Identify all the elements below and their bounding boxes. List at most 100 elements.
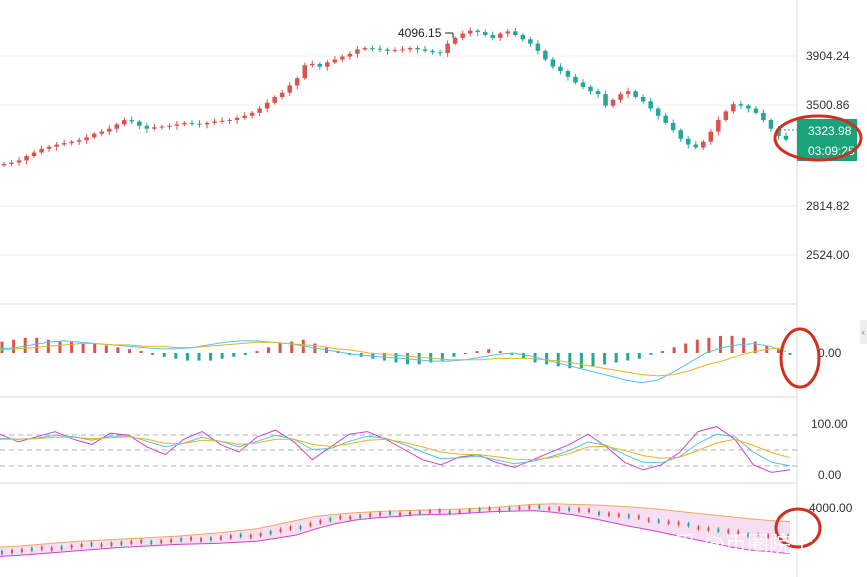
band-candle-body — [607, 512, 610, 516]
macd-histogram-bar — [730, 335, 734, 353]
candle-body — [701, 141, 706, 148]
candle-body — [212, 121, 217, 123]
candle-body — [437, 52, 443, 54]
band-candle-body — [548, 507, 551, 511]
candle-body — [573, 76, 578, 83]
price-tick-label: 3904.24 — [806, 49, 850, 63]
macd-histogram-bar — [243, 353, 247, 355]
band-candle-body — [140, 539, 143, 543]
high-price-label: 4096.15 — [398, 26, 442, 40]
macd-histogram-bar — [185, 353, 189, 361]
macd-histogram-bar — [603, 353, 607, 365]
macd-histogram-bar — [197, 353, 201, 361]
candle-body — [490, 34, 496, 38]
last-price-value: 3323.98 — [808, 124, 852, 138]
band-candle-body — [249, 534, 252, 538]
band-candle-body — [657, 519, 660, 523]
candle-body — [738, 104, 744, 106]
macd-histogram-bar — [0, 341, 4, 353]
candle-body — [528, 39, 533, 44]
candle-body — [16, 160, 22, 163]
macd-histogram-bar — [417, 353, 421, 365]
trading-chart[interactable]: 3904.24 3500.86 2814.82 2524.00 4096.15 … — [0, 0, 867, 577]
band-candle-body — [389, 511, 392, 515]
candle-body — [482, 32, 488, 35]
macd-panel[interactable] — [0, 335, 792, 384]
candle-body — [302, 65, 308, 79]
candle-body — [122, 120, 127, 125]
price-panel[interactable] — [0, 27, 797, 256]
candle-body — [392, 50, 398, 52]
macd-histogram-bar — [521, 353, 525, 359]
candle-body — [76, 140, 82, 142]
candle-body — [310, 63, 315, 66]
macd-histogram-bar — [452, 353, 456, 357]
band-candle-body — [558, 507, 561, 511]
candle-body — [144, 125, 150, 129]
band-candle-body — [498, 508, 501, 512]
band-candle-body — [20, 549, 23, 553]
candle-body — [107, 128, 112, 132]
candle-body — [415, 47, 420, 50]
candle-body — [294, 78, 300, 86]
band-candle-body — [329, 518, 332, 522]
band-candle-body — [568, 507, 571, 511]
candle-body — [543, 50, 548, 60]
panel-resize-handle[interactable]: ‹ — [860, 320, 867, 344]
macd-histogram-bar — [267, 347, 271, 353]
macd-histogram-bar — [127, 349, 131, 353]
band-candle-body — [578, 508, 581, 512]
candle-body — [355, 49, 360, 54]
macd-histogram — [0, 335, 792, 369]
band-candle-body — [289, 526, 292, 530]
macd-histogram-bar — [232, 353, 236, 357]
candle-body — [640, 96, 646, 102]
band-candle-body — [707, 527, 710, 531]
macd-histogram-bar — [707, 337, 711, 353]
band-candle-body — [90, 542, 93, 546]
band-candle-body — [279, 528, 282, 532]
macd-histogram-bar — [718, 335, 722, 353]
band-candle-body — [667, 520, 670, 524]
kdj-panel[interactable] — [0, 426, 797, 473]
band-candle-body — [100, 543, 103, 547]
macd-histogram-bar — [12, 339, 16, 353]
candle-body — [340, 56, 345, 60]
band-candle-body — [637, 515, 640, 519]
band-candle-body — [588, 509, 591, 513]
candle-body — [325, 62, 330, 67]
macd-histogram-bar — [672, 347, 676, 353]
candle-body — [550, 59, 556, 67]
candle-body — [9, 162, 14, 164]
candle-body — [31, 152, 37, 157]
candle-body — [264, 102, 270, 109]
candle-body — [746, 105, 751, 109]
candle-body — [505, 31, 511, 34]
chevron-left-icon: ‹ — [861, 326, 865, 339]
band-candle-body — [269, 531, 272, 535]
macd-histogram-bar — [464, 353, 468, 354]
macd-histogram-bar — [220, 353, 224, 359]
candle-body — [377, 48, 383, 50]
band-candle-body — [299, 526, 302, 530]
band-candle-body — [468, 509, 471, 513]
candle-body — [189, 122, 195, 124]
candle-body — [618, 94, 623, 100]
band-candle-body — [190, 537, 193, 541]
macd-histogram-bar — [475, 351, 479, 353]
candle-body — [46, 146, 52, 149]
candle-body — [167, 125, 172, 127]
macd-histogram-bar — [58, 341, 62, 353]
candle-body — [655, 108, 661, 116]
band-candle-body — [199, 538, 202, 542]
candle-body — [445, 43, 450, 54]
band-candle-body — [1, 551, 3, 555]
price-grid — [0, 55, 797, 256]
macd-histogram-bar — [255, 351, 259, 353]
macd-histogram-bar — [626, 353, 630, 361]
macd-histogram-bar — [209, 353, 213, 361]
candle-body — [317, 63, 323, 67]
candle-body — [610, 99, 616, 106]
band-candle-body — [448, 511, 451, 515]
band-candle-body — [418, 511, 421, 515]
